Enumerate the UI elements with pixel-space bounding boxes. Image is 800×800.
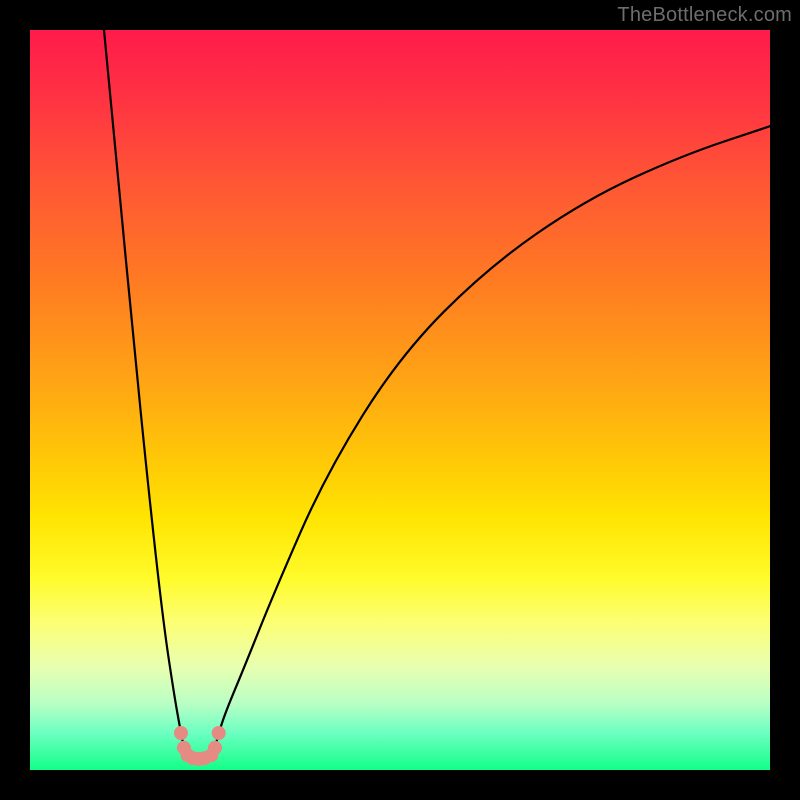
marker-point bbox=[174, 726, 188, 740]
series-right-curve bbox=[211, 126, 770, 755]
curves-svg bbox=[30, 30, 770, 770]
series-left-curve bbox=[104, 30, 188, 755]
chart-frame: TheBottleneck.com bbox=[0, 0, 800, 800]
plot-area bbox=[30, 30, 770, 770]
marker-point bbox=[212, 726, 226, 740]
marker-point bbox=[208, 741, 222, 755]
watermark-text: TheBottleneck.com bbox=[617, 4, 792, 27]
